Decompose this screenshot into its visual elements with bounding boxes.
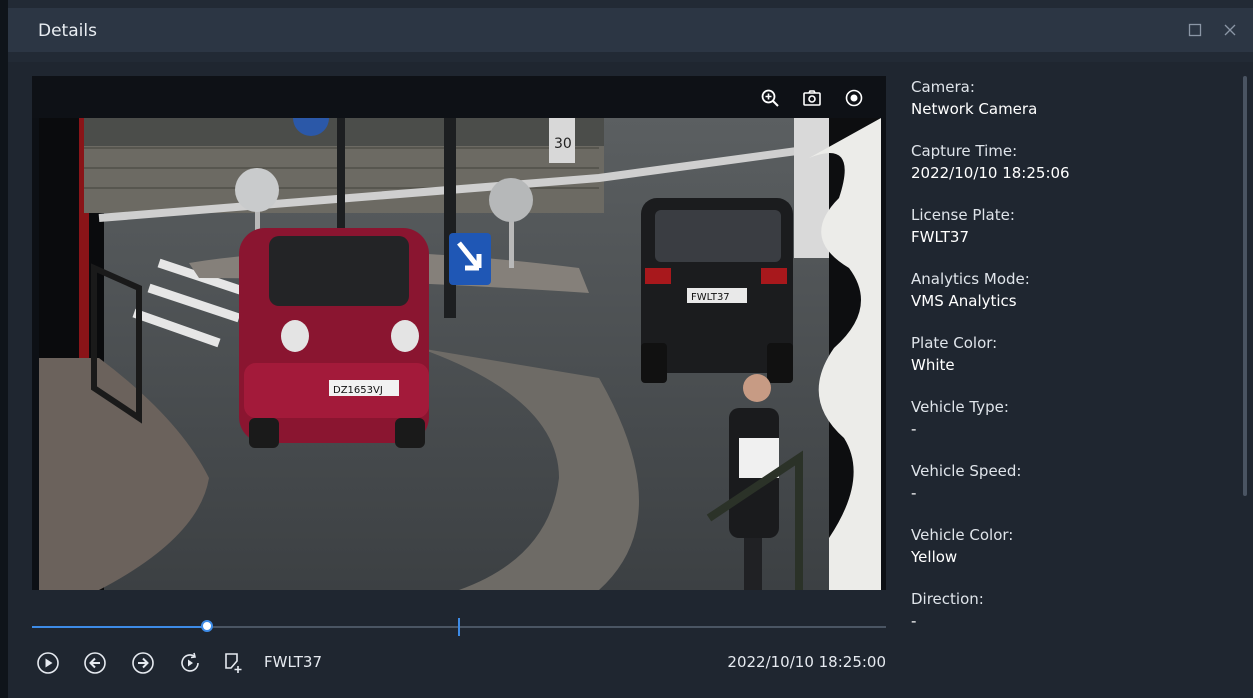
playback-timestamp: 2022/10/10 18:25:00: [727, 653, 886, 671]
speed-sign-text: 30: [554, 136, 572, 152]
right-car-plate-text: FWLT37: [691, 292, 730, 303]
detail-camera: Camera: Network Camera: [911, 76, 1231, 120]
detail-label: Capture Time:: [911, 142, 1018, 160]
record-icon: [845, 89, 863, 107]
detail-label: Vehicle Color:: [911, 526, 1014, 544]
previous-button[interactable]: [82, 650, 108, 676]
video-player: 30 DZ1653VJ FWLT37: [32, 76, 886, 590]
add-tag-icon: [225, 653, 242, 673]
next-button[interactable]: [130, 650, 156, 676]
zoom-button[interactable]: [758, 86, 782, 110]
detail-license-plate: License Plate: FWLT37: [911, 204, 1231, 248]
detail-value: -: [911, 420, 917, 438]
detail-label: Vehicle Speed:: [911, 462, 1022, 480]
loop-play-button[interactable]: [177, 650, 203, 676]
detail-label: License Plate:: [911, 206, 1015, 224]
detail-label: Camera:: [911, 78, 975, 96]
details-scrollbar[interactable]: [1243, 76, 1247, 496]
title-bar-inner: Details: [8, 8, 1253, 52]
detail-plate-color: Plate Color: White: [911, 332, 1231, 376]
next-icon: [132, 652, 154, 674]
playback-timeline[interactable]: [32, 618, 886, 636]
detail-label: Vehicle Type:: [911, 398, 1009, 416]
plate-number-label: FWLT37: [264, 653, 323, 671]
zoom-in-icon: [761, 89, 779, 107]
close-icon: [1224, 24, 1236, 36]
left-car-plate-text: DZ1653VJ: [333, 385, 383, 396]
play-button[interactable]: [35, 650, 61, 676]
capture-marker: [458, 618, 460, 636]
details-window: Details 30 DZ1653VJ FWLT37 FWLT37 2022/1…: [0, 0, 1253, 698]
detail-value: White: [911, 356, 955, 374]
video-frame[interactable]: 30 DZ1653VJ FWLT37: [39, 118, 881, 590]
play-icon: [37, 652, 59, 674]
record-button[interactable]: [842, 86, 866, 110]
title-bar: Details: [8, 0, 1253, 62]
detail-capture-time: Capture Time: 2022/10/10 18:25:06: [911, 140, 1231, 184]
loop-play-icon: [181, 652, 199, 672]
detail-value: Network Camera: [911, 100, 1038, 118]
snapshot-button[interactable]: [800, 86, 824, 110]
add-tag-button[interactable]: [221, 650, 247, 676]
detail-label: Plate Color:: [911, 334, 998, 352]
details-panel: Camera: Network Camera Capture Time: 202…: [911, 76, 1231, 666]
detail-value: -: [911, 612, 917, 630]
detail-direction: Direction: -: [911, 588, 1231, 632]
detail-vehicle-speed: Vehicle Speed: -: [911, 460, 1231, 504]
detail-value: 2022/10/10 18:25:06: [911, 164, 1070, 182]
detail-label: Analytics Mode:: [911, 270, 1030, 288]
detail-vehicle-color: Vehicle Color: Yellow: [911, 524, 1231, 568]
detail-value: -: [911, 484, 917, 502]
detail-label: Direction:: [911, 590, 984, 608]
close-button[interactable]: [1220, 20, 1240, 40]
detail-value: Yellow: [911, 548, 958, 566]
camera-icon: [803, 90, 821, 106]
window-title: Details: [38, 21, 97, 41]
detail-analytics-mode: Analytics Mode: VMS Analytics: [911, 268, 1231, 312]
timeline-progress: [32, 626, 208, 628]
detail-value: VMS Analytics: [911, 292, 1017, 310]
detail-value: FWLT37: [911, 228, 970, 246]
timeline-handle[interactable]: [201, 620, 214, 632]
detail-vehicle-type: Vehicle Type: -: [911, 396, 1231, 440]
maximize-button[interactable]: [1185, 20, 1205, 40]
previous-icon: [84, 652, 106, 674]
maximize-icon: [1188, 23, 1202, 37]
playback-controls: FWLT37 2022/10/10 18:25:00: [32, 648, 886, 678]
video-scene: 30 DZ1653VJ FWLT37: [39, 118, 881, 590]
window-left-edge: [0, 0, 8, 698]
video-toolbar: [32, 76, 886, 118]
